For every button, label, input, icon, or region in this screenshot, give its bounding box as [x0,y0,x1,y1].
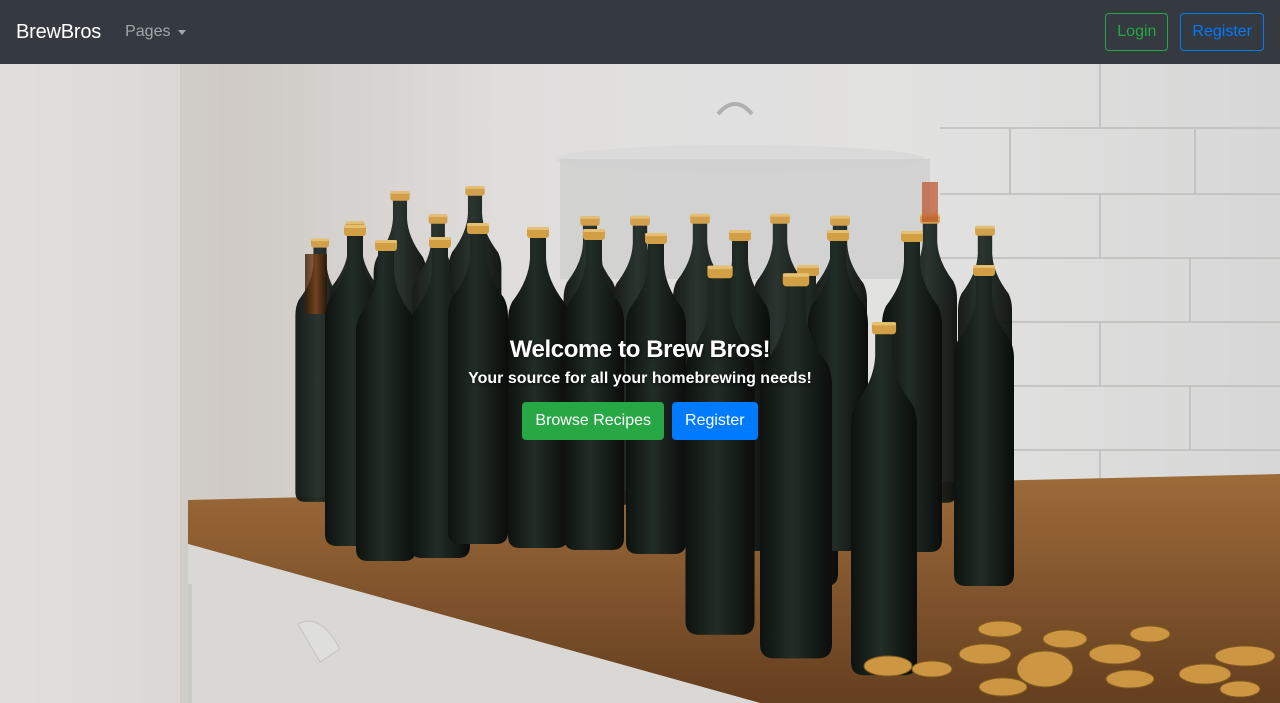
hero-content: Welcome to Brew Bros! Your source for al… [0,334,1280,440]
brand-logo-link[interactable]: BrewBros [16,21,101,44]
hero-title: Welcome to Brew Bros! [509,336,771,363]
hero-subtitle: Your source for all your homebrewing nee… [468,370,812,387]
nav-register-button[interactable]: Register [1180,13,1264,51]
login-button[interactable]: Login [1105,13,1169,51]
caret-down-icon [178,30,187,35]
pages-dropdown[interactable]: Pages [125,23,187,41]
top-navbar: BrewBros Pages Login Register [0,0,1280,64]
nav-auth-buttons: Login Register [1105,13,1264,51]
browse-recipes-button[interactable]: Browse Recipes [522,402,665,440]
hero-section: Welcome to Brew Bros! Your source for al… [0,64,1280,703]
hero-register-button[interactable]: Register [672,402,758,440]
pages-dropdown-label: Pages [125,23,171,40]
hero-button-group: Browse Recipes Register [522,402,758,440]
